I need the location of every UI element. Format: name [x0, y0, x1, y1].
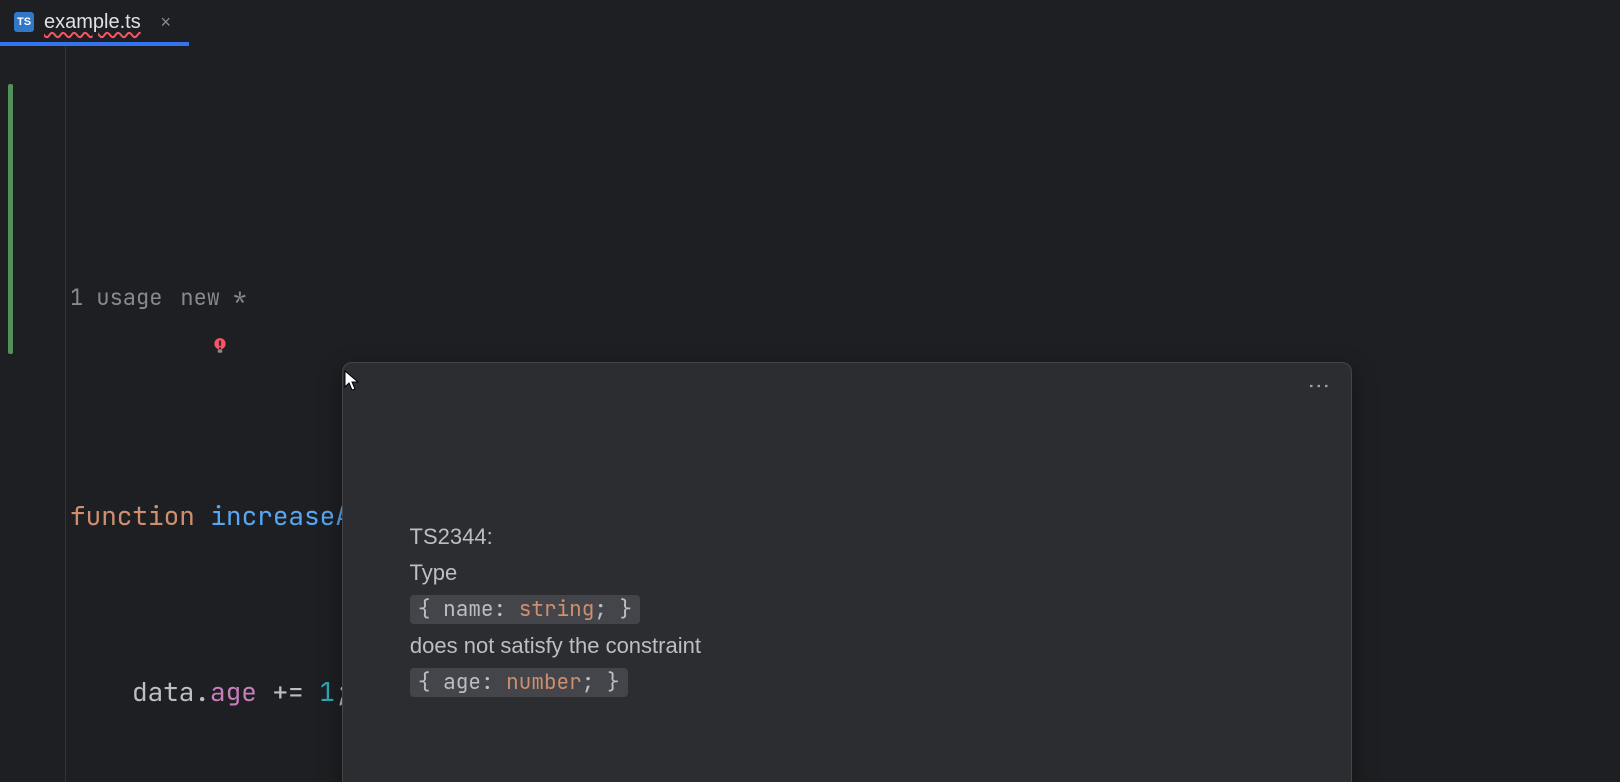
tab-example-ts[interactable]: TS example.ts × [0, 0, 189, 45]
number: 1 [319, 670, 335, 714]
property: age [210, 670, 257, 714]
op: += [272, 670, 303, 714]
gutter [0, 46, 66, 782]
error-bulb-icon[interactable] [146, 284, 166, 304]
editor[interactable]: 1 usage new * function increaseAge<T ext… [0, 46, 1620, 782]
type-chip: { name: string; } [410, 595, 640, 624]
code-area[interactable]: 1 usage new * function increaseAge<T ext… [66, 46, 1620, 782]
punct: . [194, 670, 210, 714]
tooltip-more-icon[interactable]: ⋮ [1301, 375, 1337, 399]
ident: data [132, 670, 194, 714]
tab-bar: TS example.ts × [0, 0, 1620, 46]
text: does not satisfy the constraint [410, 633, 701, 658]
text: Type [410, 560, 458, 585]
keyword: function [70, 494, 195, 538]
tooltip-row-1: TS2344: Type { name: string; } does not … [361, 483, 1333, 737]
inlay-hints-row: 1 usage new * [66, 278, 1620, 318]
vcs-change-marker[interactable] [8, 84, 13, 354]
tab-filename: example.ts [44, 11, 141, 34]
type-chip: { age: number; } [410, 668, 628, 697]
close-tab-button[interactable]: × [157, 13, 175, 31]
typescript-icon: TS [14, 12, 34, 32]
ts-error-code: TS2344: [410, 524, 493, 549]
creator-hint[interactable]: new * [180, 276, 246, 320]
error-tooltip: ⋮ TS2344: Type { name: string; } does no… [342, 362, 1352, 782]
